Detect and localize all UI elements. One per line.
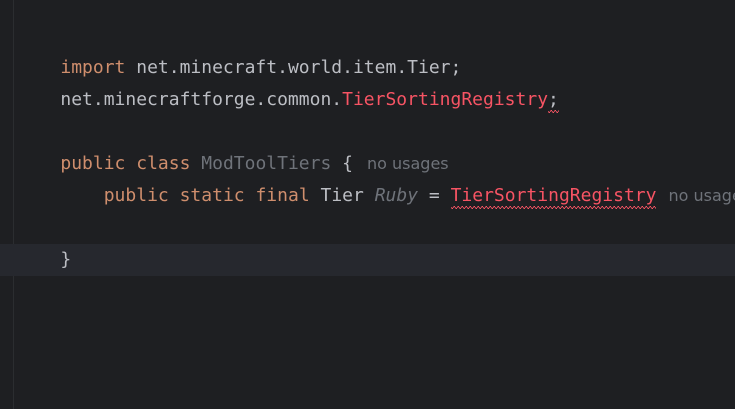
unresolved-symbol[interactable]: TierSortingRegistry bbox=[450, 180, 656, 212]
code-line-1[interactable]: import net.minecraft.world.item.Tier; bbox=[17, 20, 461, 78]
code-line-7[interactable]: } bbox=[17, 212, 71, 270]
error-squiggle-semicolon: ; bbox=[548, 84, 559, 116]
package-prefix: net.minecraftforge.common. bbox=[60, 89, 343, 110]
keyword-public: public bbox=[103, 185, 169, 206]
close-brace: } bbox=[60, 249, 72, 270]
field-type[interactable]: Tier bbox=[321, 185, 364, 206]
keyword-static: static bbox=[179, 185, 245, 206]
field-name[interactable]: Ruby bbox=[375, 185, 418, 206]
usages-inlay-hint[interactable]: no usages bbox=[668, 186, 735, 205]
unresolved-symbol[interactable]: TierSortingRegistry bbox=[342, 89, 548, 110]
current-line-highlight bbox=[0, 244, 735, 276]
code-line-4[interactable]: public class ModToolTiers {no usages bbox=[17, 116, 448, 174]
code-line-5[interactable]: public static final Tier Ruby = TierSort… bbox=[17, 148, 735, 209]
gutter-divider bbox=[13, 0, 14, 409]
code-line-2[interactable]: net.minecraftforge.common.TierSortingReg… bbox=[17, 52, 559, 113]
code-editor[interactable]: import net.minecraft.world.item.Tier; ne… bbox=[0, 0, 735, 409]
assignment-operator: = bbox=[418, 185, 451, 206]
keyword-final: final bbox=[255, 185, 310, 206]
